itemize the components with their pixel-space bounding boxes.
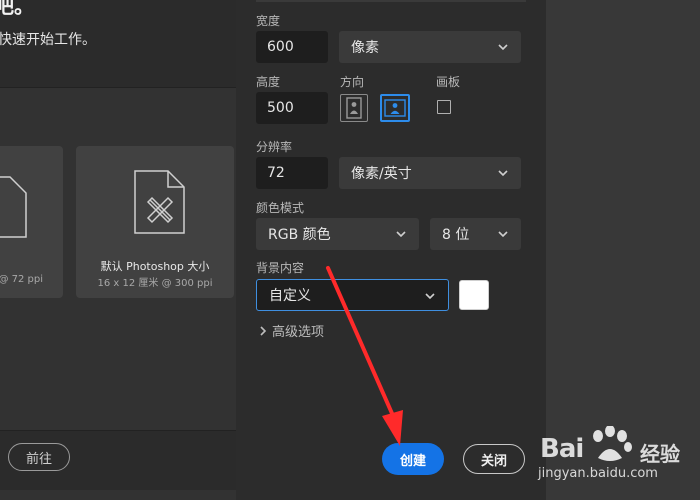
resolution-input[interactable]: 72 [256,157,328,189]
bit-depth-value: 8 位 [442,227,470,243]
document-icon [0,176,27,238]
welcome-header: 吧。 快速开始工作。 [0,0,236,88]
background-label: 背景内容 [256,261,305,275]
orientation-label: 方向 [340,75,365,89]
color-mode-value: RGB 颜色 [268,227,331,243]
left-footer: 前往 [0,430,236,490]
baidu-jingyan-watermark: Bai 经验 jingyan.baidu.com [538,420,698,490]
close-button[interactable]: 关闭 [463,444,525,474]
resolution-label: 分辨率 [256,140,293,154]
preset-card-1[interactable]: @ 72 ppi [0,146,63,298]
chevron-down-icon [498,231,508,238]
height-input[interactable]: 500 [256,92,328,124]
new-document-panel: 宽度 600 像素 高度 方向 画板 500 分辨率 72 像素/英寸 颜色模式… [236,0,546,500]
portrait-orientation-button[interactable] [340,94,368,122]
go-button[interactable]: 前往 [8,443,70,471]
background-value: 自定义 [269,288,311,304]
width-input[interactable]: 600 [256,31,328,63]
background-select[interactable]: 自定义 [256,279,449,311]
chevron-down-icon [498,170,508,177]
welcome-subline: 快速开始工作。 [0,32,96,48]
watermark-url: jingyan.baidu.com [538,466,658,481]
artboard-label: 画板 [436,75,461,89]
document-ruler-icon [134,170,185,234]
watermark-brand-cn: 经验 [640,442,680,466]
create-button[interactable]: 创建 [382,443,444,475]
preset-card-title: 默认 Photoshop 大小 [100,260,210,273]
resolution-unit-value: 像素/英寸 [351,166,412,182]
landscape-orientation-button[interactable] [380,94,410,122]
watermark-brand: Bai [540,434,584,464]
chevron-down-icon [425,293,435,300]
chevron-down-icon [498,44,508,51]
bit-depth-select[interactable]: 8 位 [430,218,521,250]
artboard-checkbox[interactable] [437,100,451,114]
portrait-icon [346,97,362,119]
landscape-icon [384,99,406,117]
width-unit-select[interactable]: 像素 [339,31,521,63]
left-area: 吧。 快速开始工作。 @ 72 ppi 默认 Photoshop 大小 16 x… [0,0,236,500]
background-color-swatch[interactable] [459,280,489,310]
color-mode-select[interactable]: RGB 颜色 [256,218,419,250]
resolution-unit-select[interactable]: 像素/英寸 [339,157,521,189]
chevron-down-icon [396,231,406,238]
paw-logo-icon [593,426,632,461]
width-label: 宽度 [256,14,281,28]
advanced-options-label: 高级选项 [272,325,325,340]
height-label: 高度 [256,75,281,89]
welcome-headline: 吧。 [0,0,34,18]
width-unit-value: 像素 [351,40,379,56]
panel-divider [256,0,526,2]
preset-card-default[interactable]: 默认 Photoshop 大小 16 x 12 厘米 @ 300 ppi [76,146,234,298]
chevron-right-icon [260,325,267,336]
preset-card-1-subtitle: @ 72 ppi [0,274,43,285]
color-mode-label: 颜色模式 [256,201,305,215]
preset-card-subtitle: 16 x 12 厘米 @ 300 ppi [97,278,213,289]
advanced-options-toggle[interactable]: 高级选项 [258,321,324,340]
